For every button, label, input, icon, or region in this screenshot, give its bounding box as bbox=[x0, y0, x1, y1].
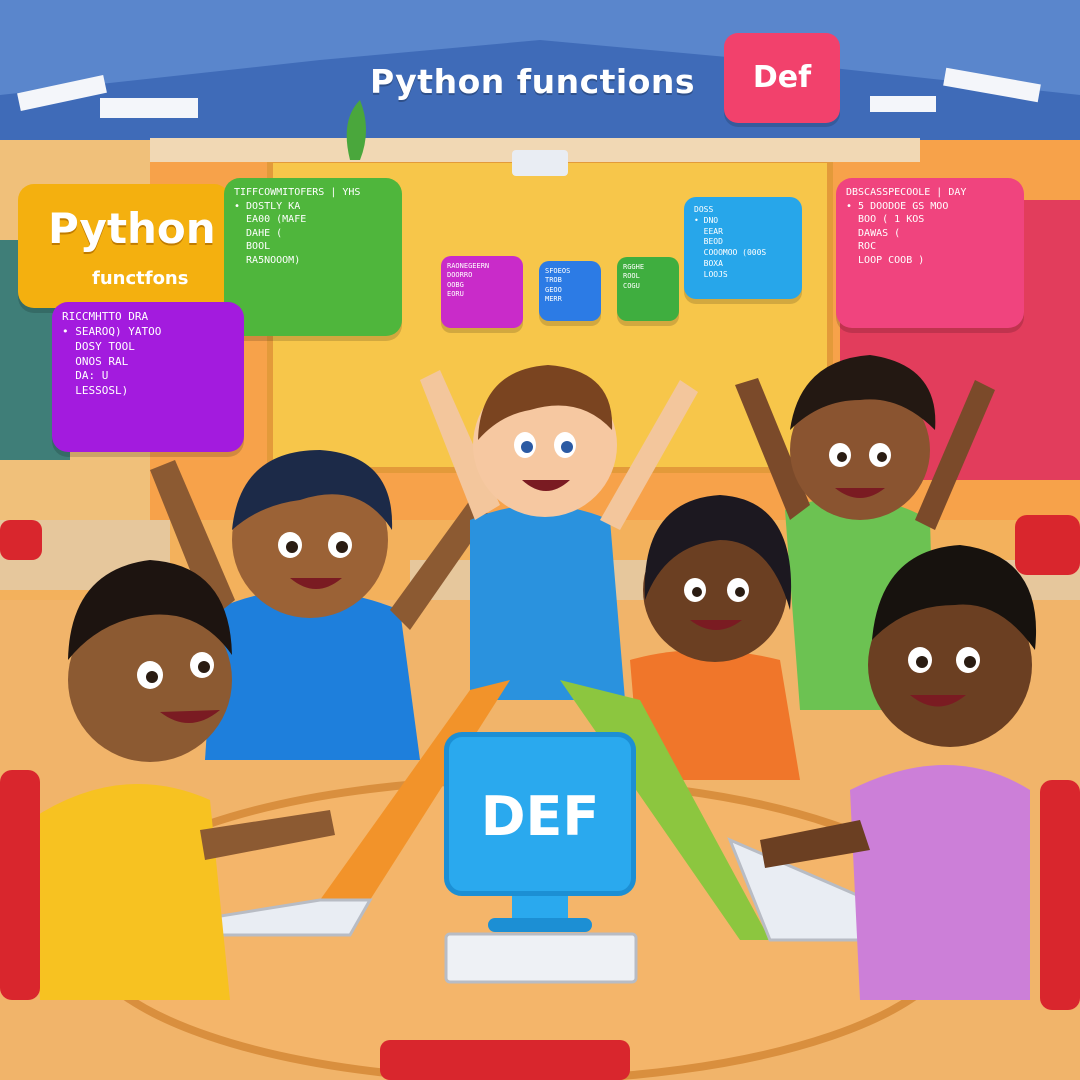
pink-code-bubble: DBSCASSPECOOLE | DAY • 5 DOODOE GS MOO B… bbox=[836, 178, 1024, 328]
python-functions-bubble: Python functfons bbox=[18, 184, 230, 308]
scene-title: Python functions bbox=[370, 62, 696, 101]
green-small-bubble: RGGHE ROOL COGU bbox=[617, 257, 679, 321]
code-text: RGGHE ROOL COGU bbox=[623, 263, 645, 290]
chair bbox=[0, 520, 42, 560]
ceiling-light bbox=[100, 98, 198, 118]
blue-small-bubble: SFOEOS TROB GEOO MERR bbox=[539, 261, 601, 321]
code-text: RICCMHTTO DRA • SEAROQ) YATOO DOSY TOOL … bbox=[62, 310, 162, 398]
code-text: SFOEOS TROB GEOO MERR bbox=[545, 267, 571, 304]
code-text: DBSCASSPECOOLE | DAY • 5 DOODOE GS MOO B… bbox=[846, 187, 967, 266]
monitor: DEF bbox=[444, 732, 636, 896]
magenta-small-bubble: RAONEGEERN DOORRO OOBG EORU bbox=[441, 256, 523, 328]
monitor-text: DEF bbox=[480, 785, 600, 848]
chair bbox=[1015, 515, 1080, 575]
cyan-code-bubble: DOSS • DNO EEAR BEOD COOOMOO (000S BOXA … bbox=[684, 197, 802, 299]
code-text: RAONEGEERN DOORRO OOBG EORU bbox=[447, 262, 490, 299]
code-text: DOSS • DNO EEAR BEOD COOOMOO (000S BOXA … bbox=[694, 205, 767, 279]
python-bubble-subtitle: functfons bbox=[92, 268, 189, 289]
ceiling-light bbox=[870, 96, 936, 112]
chair bbox=[380, 1040, 630, 1080]
green-code-bubble: TIFFCOWMITOFERS | YHS • DOSTLY KA EA00 (… bbox=[224, 178, 402, 336]
center-keyboard bbox=[444, 932, 638, 984]
python-bubble-title: Python bbox=[48, 204, 216, 253]
projector bbox=[512, 150, 568, 176]
classroom-scene: Python functions Def Python functfons TI… bbox=[0, 0, 1080, 1080]
def-badge: Def bbox=[724, 33, 840, 123]
purple-code-bubble: RICCMHTTO DRA • SEAROQ) YATOO DOSY TOOL … bbox=[52, 302, 244, 452]
monitor-base bbox=[488, 918, 592, 932]
chair bbox=[1040, 780, 1080, 1010]
code-text: TIFFCOWMITOFERS | YHS • DOSTLY KA EA00 (… bbox=[234, 187, 361, 266]
chair bbox=[0, 770, 40, 1000]
